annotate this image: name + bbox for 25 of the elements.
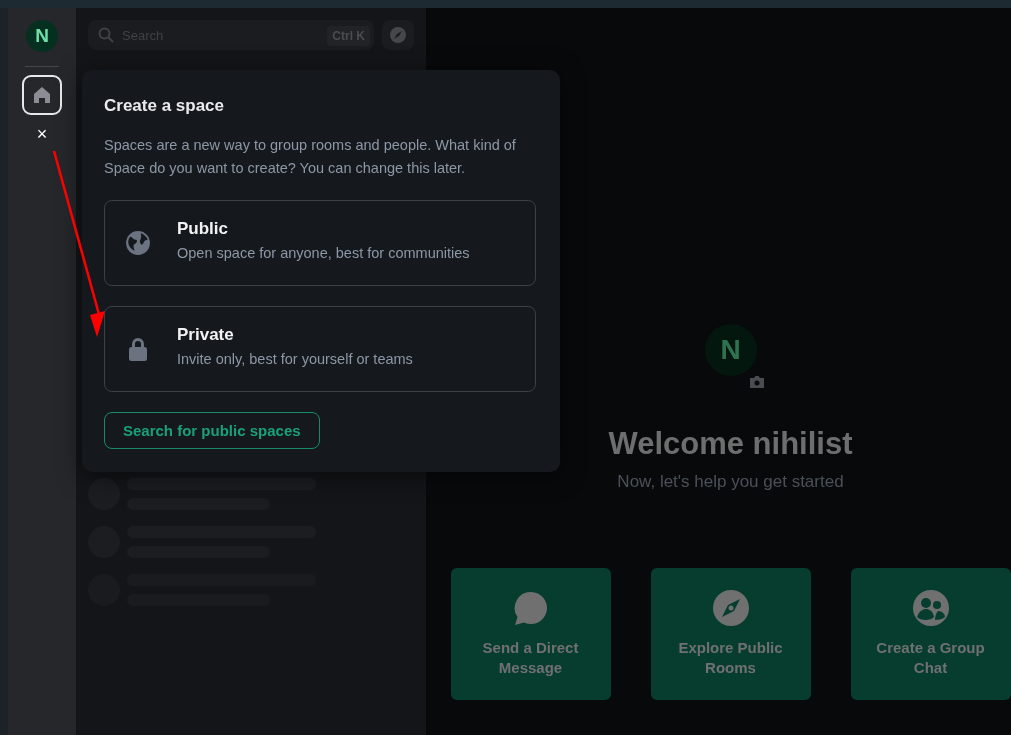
search-public-spaces-button[interactable]: Search for public spaces [104,412,320,449]
home-icon [33,86,51,104]
space-type-option[interactable]: Public Open space for anyone, best for communities [104,200,536,286]
option-title: Private [177,325,235,345]
lock-icon [127,336,149,362]
explore-button[interactable] [382,20,414,50]
people-icon [912,590,949,626]
option-description: Open space for anyone, best for communities [177,245,470,261]
dialog-title: Create a space [104,96,226,116]
profile-avatar[interactable]: N [704,324,757,376]
user-avatar[interactable]: N [26,20,58,52]
compass-icon [390,27,406,43]
welcome-subtitle: Now, let's help you get started [617,472,844,492]
option-description: Invite only, best for yourself or teams [177,351,413,367]
welcome-title: Welcome nihilist [608,426,853,462]
camera-icon[interactable] [748,375,765,388]
home-button[interactable] [22,75,62,115]
option-title: Public [177,219,229,239]
globe-icon [125,230,151,256]
search-icon [98,27,114,43]
close-button[interactable]: × [32,125,52,143]
compass-icon [712,590,749,626]
speech-bubble-icon [512,590,549,626]
space-type-option[interactable]: Private Invite only, best for yourself or teams [104,306,536,392]
dialog-description: Spaces are a new way to group rooms and people. What kind of Space do you want to create? You can change this later. [104,136,517,178]
